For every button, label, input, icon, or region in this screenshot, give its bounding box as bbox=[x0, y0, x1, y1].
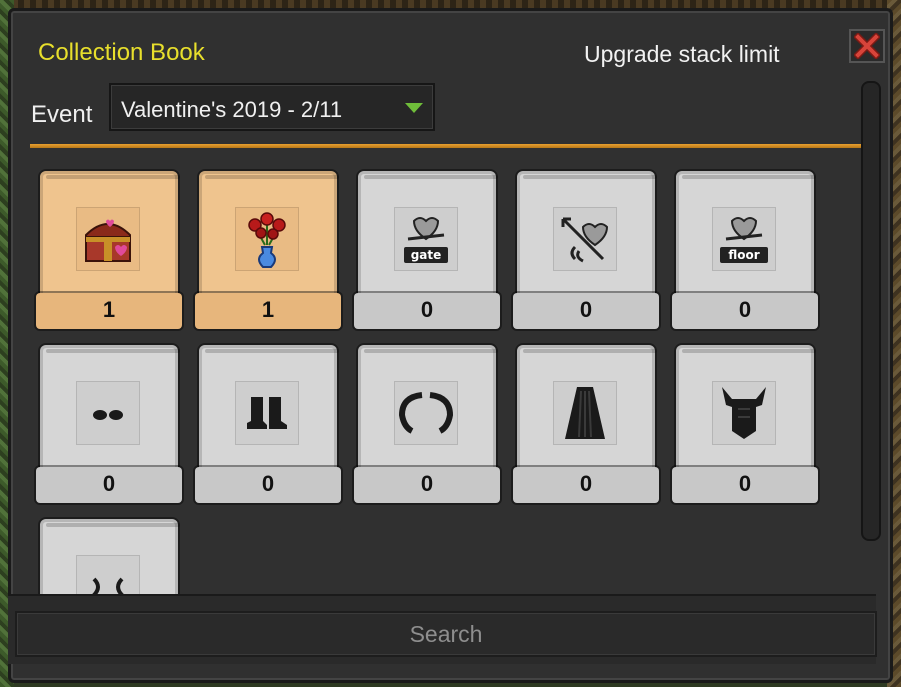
collection-item-heart-floor[interactable]: floor 0 bbox=[672, 167, 818, 329]
collection-item-heart-gate[interactable]: gate 0 bbox=[354, 167, 500, 329]
collection-item-armor[interactable]: 0 bbox=[672, 341, 818, 503]
floor-caption: floor bbox=[728, 248, 759, 262]
collection-item-antennae[interactable] bbox=[36, 515, 182, 603]
gate-caption: gate bbox=[411, 248, 442, 262]
treasure-chest-icon bbox=[85, 219, 131, 262]
item-count: 0 bbox=[261, 471, 275, 496]
item-count: 1 bbox=[102, 297, 116, 322]
collection-book-window: Collection Book Upgrade stack limit Even… bbox=[8, 8, 893, 683]
item-count: 0 bbox=[579, 297, 593, 322]
cape-icon bbox=[565, 387, 605, 439]
search-input[interactable] bbox=[15, 611, 877, 657]
item-count: 0 bbox=[738, 297, 752, 322]
dropdown-arrow-icon[interactable] bbox=[405, 103, 423, 113]
item-count: 0 bbox=[420, 297, 434, 322]
horns-icon bbox=[398, 392, 454, 434]
collection-item-cape[interactable]: 0 bbox=[513, 341, 659, 503]
shoes-icon bbox=[93, 410, 123, 420]
collection-item-heart-arrow[interactable]: 0 bbox=[513, 167, 659, 329]
scrollbar[interactable] bbox=[861, 81, 881, 541]
collection-item-boots[interactable]: 0 bbox=[195, 341, 341, 503]
close-icon bbox=[854, 33, 880, 59]
collection-item-shoes[interactable]: 0 bbox=[36, 341, 182, 503]
collection-item-horns[interactable]: 0 bbox=[354, 341, 500, 503]
item-count: 1 bbox=[261, 297, 275, 322]
collection-grid: 1 1 gate 0 0 floor 0 0 0 0 0 0 bbox=[30, 161, 860, 603]
event-select-value: Valentine's 2019 - 2/11 bbox=[121, 97, 343, 122]
event-label: Event bbox=[31, 101, 93, 128]
rose-vase-icon bbox=[248, 212, 286, 268]
window-title: Collection Book bbox=[38, 39, 205, 66]
upgrade-stack-limit-button[interactable]: Upgrade stack limit bbox=[584, 41, 780, 68]
collection-item-treasure-chest[interactable]: 1 bbox=[36, 167, 182, 329]
event-select[interactable]: Valentine's 2019 - 2/11 bbox=[109, 83, 435, 131]
collection-item-rose-vase[interactable]: 1 bbox=[195, 167, 341, 329]
boots-icon bbox=[247, 397, 287, 429]
heart-arrow-icon bbox=[561, 217, 609, 263]
header-divider bbox=[30, 144, 862, 148]
item-count: 0 bbox=[420, 471, 434, 496]
item-count: 0 bbox=[579, 471, 593, 496]
item-count: 0 bbox=[102, 471, 116, 496]
heart-floor-icon: floor bbox=[720, 217, 768, 263]
close-button[interactable] bbox=[849, 29, 885, 63]
armor-icon bbox=[722, 387, 766, 439]
item-count: 0 bbox=[738, 471, 752, 496]
heart-gate-icon: gate bbox=[404, 217, 448, 263]
